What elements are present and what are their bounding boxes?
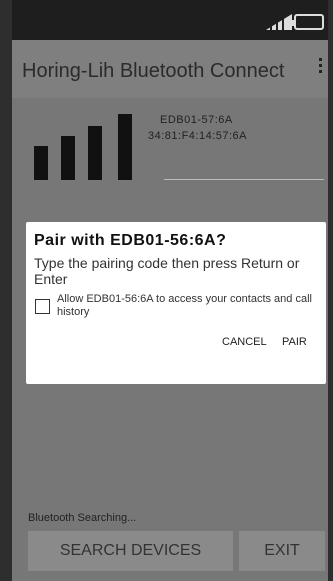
device-name: EDB01-57:6A bbox=[160, 114, 233, 126]
search-status-text: Bluetooth Searching... bbox=[28, 512, 137, 524]
right-bezel bbox=[328, 0, 333, 581]
device-mac-address: 34:81:F4:14:57:6A bbox=[148, 130, 248, 142]
app-bar: Horing-Lih Bluetooth Connect bbox=[12, 40, 328, 98]
exit-button[interactable]: EXIT bbox=[239, 531, 325, 571]
checkbox-label: Allow EDB01-56:6A to access your contact… bbox=[57, 293, 312, 318]
signal-bar-3 bbox=[88, 126, 102, 180]
dialog-title: Pair with EDB01-56:6A? bbox=[34, 232, 227, 249]
left-bezel bbox=[0, 0, 12, 581]
device-list-item[interactable]: EDB01-57:6A 34:81:F4:14:57:6A bbox=[22, 104, 322, 186]
signal-icon bbox=[266, 14, 292, 30]
divider bbox=[164, 179, 324, 180]
overflow-menu-icon[interactable] bbox=[316, 58, 324, 80]
signal-bar-2 bbox=[61, 136, 75, 180]
battery-icon bbox=[291, 14, 324, 30]
signal-strength-icon bbox=[22, 108, 132, 180]
signal-bar-1 bbox=[34, 146, 48, 180]
pair-button[interactable]: PAIR bbox=[282, 336, 307, 348]
status-bar bbox=[12, 0, 328, 40]
contacts-access-checkbox[interactable] bbox=[35, 299, 50, 314]
search-devices-button[interactable]: SEARCH DEVICES bbox=[28, 531, 233, 571]
signal-bar-4 bbox=[118, 114, 132, 180]
phone-screen: Horing-Lih Bluetooth Connect EDB01-57:6A… bbox=[0, 0, 333, 581]
cancel-button[interactable]: CANCEL bbox=[222, 336, 267, 348]
dialog-message: Type the pairing code then press Return … bbox=[34, 255, 300, 287]
app-title: Horing-Lih Bluetooth Connect bbox=[22, 60, 285, 82]
main-content: EDB01-57:6A 34:81:F4:14:57:6A Pair with … bbox=[12, 98, 328, 581]
pairing-dialog: Pair with EDB01-56:6A? Type the pairing … bbox=[26, 222, 326, 384]
